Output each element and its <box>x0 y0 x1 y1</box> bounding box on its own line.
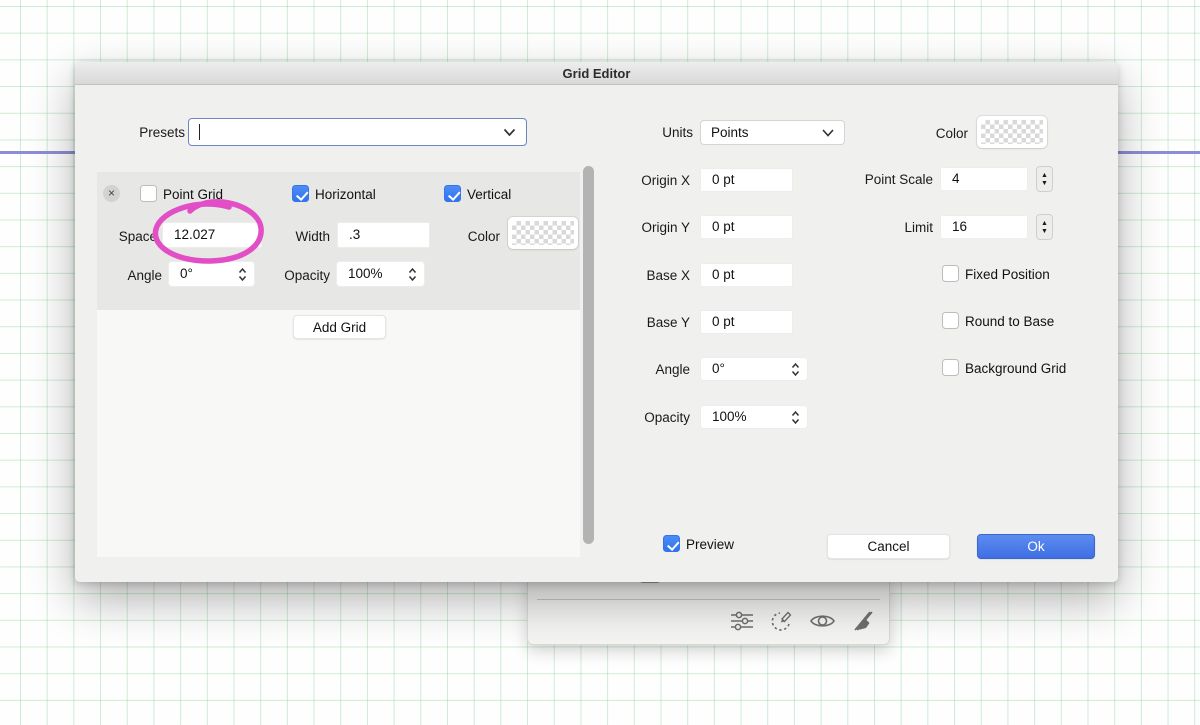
space-field[interactable]: 12.027 <box>162 222 262 248</box>
origin-y-label: Origin Y <box>590 220 690 235</box>
base-x-field[interactable]: 0 pt <box>700 263 793 287</box>
grid-angle-label: Angle <box>115 268 162 283</box>
snap-brush-icon[interactable] <box>769 609 794 633</box>
limit-arrows[interactable]: ▲ ▼ <box>1036 214 1053 240</box>
vertical-label: Vertical <box>467 187 511 202</box>
point-grid-checkbox[interactable] <box>140 185 157 202</box>
base-y-label: Base Y <box>590 315 690 330</box>
width-label: Width <box>285 229 330 244</box>
updown-chevrons-icon <box>791 362 800 377</box>
limit-field[interactable]: 16 <box>940 215 1028 239</box>
round-to-base-label: Round to Base <box>965 314 1054 329</box>
global-color-label: Color <box>868 126 968 141</box>
fixed-position-checkbox[interactable] <box>942 265 959 282</box>
grid-list-item[interactable]: × Point Grid Horizontal Vertical Space 1… <box>97 172 580 310</box>
angle-stepper[interactable]: 0° <box>700 357 808 381</box>
updown-chevrons-icon <box>238 267 247 282</box>
grid-color-label: Color <box>455 229 500 244</box>
angle-label: Angle <box>590 362 690 377</box>
presets-combobox[interactable] <box>188 118 527 146</box>
point-scale-field[interactable]: 4 <box>940 167 1028 191</box>
sliders-icon[interactable] <box>730 610 754 632</box>
transparent-checker <box>512 221 574 245</box>
grid-color-swatch[interactable] <box>508 217 578 249</box>
updown-chevrons-icon <box>791 410 800 425</box>
space-label: Space <box>105 229 157 244</box>
updown-chevrons-icon <box>408 267 417 282</box>
grid-opacity-stepper[interactable]: 100% <box>336 261 425 287</box>
base-y-field[interactable]: 0 pt <box>700 310 793 334</box>
opacity-label: Opacity <box>590 410 690 425</box>
background-grid-checkbox[interactable] <box>942 359 959 376</box>
fixed-position-label: Fixed Position <box>965 267 1050 282</box>
text-cursor <box>199 124 200 140</box>
origin-y-field[interactable]: 0 pt <box>700 215 793 239</box>
grid-list-panel: × Point Grid Horizontal Vertical Space 1… <box>97 172 580 557</box>
cancel-button[interactable]: Cancel <box>827 534 950 559</box>
round-to-base-checkbox[interactable] <box>942 312 959 329</box>
chevron-down-icon <box>503 125 516 140</box>
grid-editor-dialog: Grid Editor Presets Units Points Color ×… <box>75 62 1118 582</box>
arrow-down-icon[interactable]: ▼ <box>1041 228 1048 235</box>
dialog-title: Grid Editor <box>563 66 631 81</box>
point-grid-label: Point Grid <box>163 187 223 202</box>
point-scale-label: Point Scale <box>833 172 933 187</box>
remove-grid-button[interactable]: × <box>103 185 120 202</box>
width-field[interactable]: .3 <box>337 222 430 248</box>
presets-label: Presets <box>115 125 185 140</box>
panel-divider <box>537 599 880 600</box>
transparent-checker <box>981 120 1043 144</box>
eye-icon[interactable] <box>809 611 836 631</box>
point-scale-arrows[interactable]: ▲ ▼ <box>1036 166 1053 192</box>
add-grid-button[interactable]: Add Grid <box>293 315 386 339</box>
preview-checkbox[interactable] <box>663 535 680 552</box>
background-grid-label: Background Grid <box>965 361 1066 376</box>
pen-disabled-icon[interactable] <box>851 610 873 632</box>
preview-label: Preview <box>686 537 734 552</box>
units-label: Units <box>593 125 693 140</box>
background-settings-panel <box>527 575 890 645</box>
dialog-titlebar[interactable]: Grid Editor <box>75 62 1118 85</box>
origin-x-label: Origin X <box>590 173 690 188</box>
global-color-swatch[interactable] <box>977 116 1047 148</box>
arrow-up-icon[interactable]: ▲ <box>1041 220 1048 227</box>
ok-button[interactable]: Ok <box>977 534 1095 559</box>
origin-x-field[interactable]: 0 pt <box>700 168 793 192</box>
horizontal-label: Horizontal <box>315 187 376 202</box>
chevron-down-icon <box>822 125 834 140</box>
grid-angle-stepper[interactable]: 0° <box>168 261 255 287</box>
units-value: Points <box>711 125 749 140</box>
arrow-up-icon[interactable]: ▲ <box>1041 172 1048 179</box>
opacity-stepper[interactable]: 100% <box>700 405 808 429</box>
grid-opacity-label: Opacity <box>273 268 330 283</box>
arrow-down-icon[interactable]: ▼ <box>1041 180 1048 187</box>
units-dropdown[interactable]: Points <box>700 120 845 145</box>
vertical-checkbox[interactable] <box>444 185 461 202</box>
horizontal-checkbox[interactable] <box>292 185 309 202</box>
base-x-label: Base X <box>590 268 690 283</box>
limit-label: Limit <box>833 220 933 235</box>
